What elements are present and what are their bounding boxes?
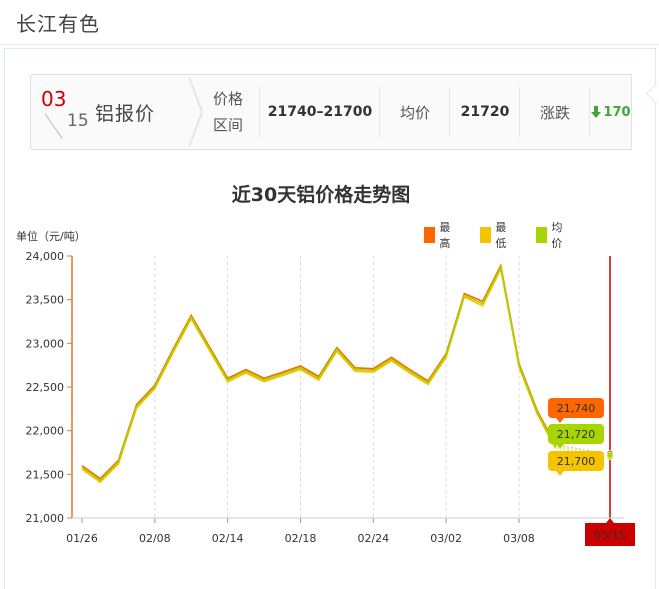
x-tick-label: 02/18 bbox=[285, 532, 317, 545]
tooltip-pointer-high bbox=[556, 418, 564, 423]
y-tick-label: 21,500 bbox=[26, 468, 65, 481]
x-tick-label: 03/15 bbox=[594, 529, 626, 542]
series-line-high bbox=[82, 266, 610, 479]
y-tick-label: 22,000 bbox=[26, 425, 65, 438]
x-highlight-pointer bbox=[606, 518, 614, 523]
x-tick-label: 02/24 bbox=[357, 532, 389, 545]
tooltip-text-low: 21,700 bbox=[557, 455, 596, 468]
end-point-marker bbox=[606, 451, 614, 459]
y-tick-label: 22,500 bbox=[26, 381, 65, 394]
tooltip-text-high: 21,740 bbox=[557, 402, 596, 415]
y-tick-label: 24,000 bbox=[26, 250, 65, 263]
x-tick-label: 03/08 bbox=[503, 532, 535, 545]
tooltip-text-avg: 21,720 bbox=[557, 428, 596, 441]
x-tick-label: 02/08 bbox=[139, 532, 171, 545]
y-tick-label: 23,500 bbox=[26, 294, 65, 307]
price-trend-chart[interactable]: 01/26 02/08 02/14 02/18 02/24 03/02 03/08 03/15… bbox=[0, 0, 659, 567]
y-tick-label: 23,000 bbox=[26, 337, 65, 350]
y-tick-label: 21,000 bbox=[26, 512, 65, 525]
x-tick-label: 03/02 bbox=[430, 532, 462, 545]
x-tick-label: 02/14 bbox=[212, 532, 244, 545]
tooltip-pointer-low bbox=[556, 471, 564, 476]
series-line-avg bbox=[82, 267, 610, 480]
x-tick-label: 01/26 bbox=[66, 532, 98, 545]
